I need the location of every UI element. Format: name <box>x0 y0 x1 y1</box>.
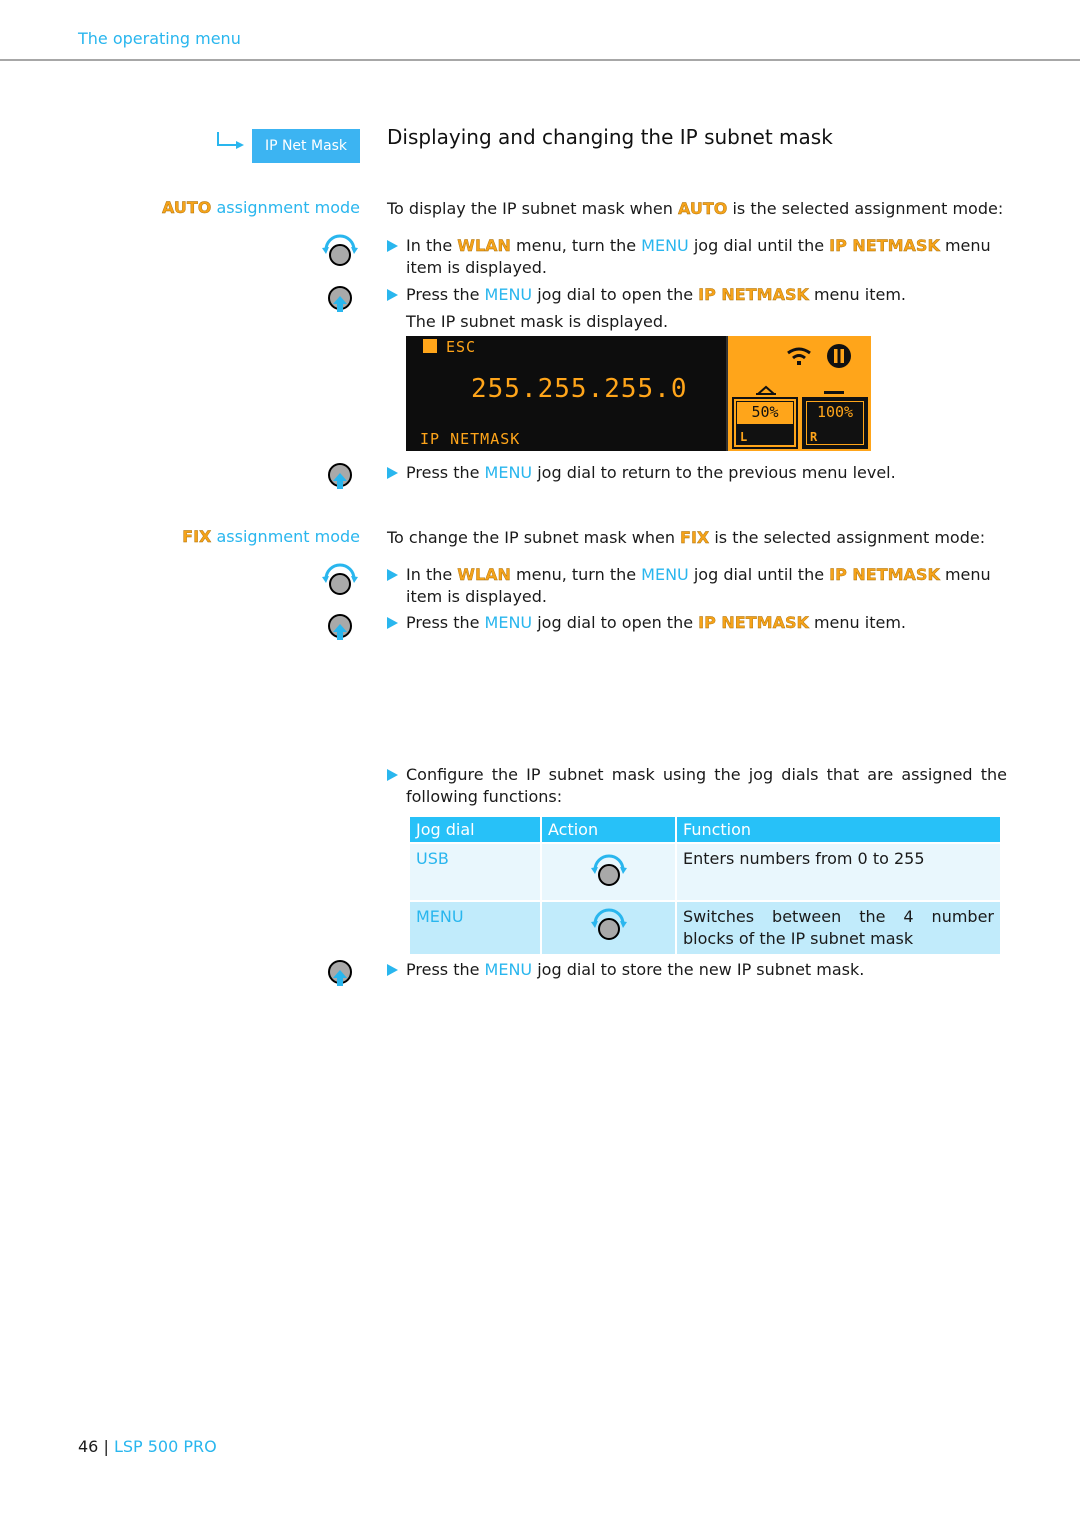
header-function: Function <box>677 817 1000 842</box>
esc-indicator <box>423 339 437 353</box>
action-cell <box>542 900 675 954</box>
bullet-icon <box>387 289 398 301</box>
bullet-icon <box>387 240 398 252</box>
header-divider <box>0 59 1080 61</box>
jog-dial-name: MENU <box>410 900 540 954</box>
header-jog-dial: Jog dial <box>410 817 540 842</box>
auto-intro: To display the IP subnet mask when AUTO … <box>387 199 1004 218</box>
auto-step-return: Press the MENU jog dial to return to the… <box>387 462 1007 484</box>
fix-step-configure: Configure the IP subnet mask using the j… <box>387 764 1007 808</box>
bullet-icon <box>387 467 398 479</box>
page-footer: 46 | LSP 500 PRO <box>78 1437 217 1456</box>
footer-separator: | <box>103 1437 109 1456</box>
press-dial-icon <box>328 286 352 312</box>
fix-step-store: Press the MENU jog dial to store the new… <box>387 959 1007 981</box>
pause-icon <box>827 344 851 368</box>
rotate-dial-icon <box>590 908 627 940</box>
mute-indicator-icon <box>824 391 844 394</box>
device-display: ESC 255.255.255.0 IP NETMASK 50% L 100% … <box>406 336 871 451</box>
fix-intro: To change the IP subnet mask when FIX is… <box>387 528 986 547</box>
bullet-icon <box>387 569 398 581</box>
page-number: 46 <box>78 1437 99 1456</box>
table-row: MENU Switches between the 4 number block… <box>410 900 1000 954</box>
menu-path-chip: IP Net Mask <box>252 129 360 163</box>
bullet-icon <box>387 769 398 781</box>
table-row: USB Enters numbers from 0 to 255 <box>410 842 1000 900</box>
display-main-area: ESC 255.255.255.0 IP NETMASK <box>406 336 726 451</box>
fix-step-turn-dial: In the WLAN menu, turn the MENU jog dial… <box>387 564 1007 608</box>
arrow-right-icon <box>217 132 244 149</box>
bullet-icon <box>387 617 398 629</box>
running-header: The operating menu <box>78 29 241 48</box>
press-dial-icon <box>328 463 352 489</box>
auto-result: The IP subnet mask is displayed. <box>406 312 669 331</box>
level-up-indicator-icon <box>756 385 776 395</box>
auto-step-press-dial: Press the MENU jog dial to open the IP N… <box>387 284 1007 306</box>
fix-mode-label: FIX assignment mode <box>182 527 360 546</box>
press-dial-icon <box>328 614 352 640</box>
auto-step-turn-dial: In the WLAN menu, turn the MENU jog dial… <box>387 235 1007 279</box>
channel-right-level: 100% R <box>802 397 868 449</box>
subnet-mask-value: 255.255.255.0 <box>471 374 688 404</box>
bullet-icon <box>387 964 398 976</box>
press-dial-icon <box>328 960 352 986</box>
rotate-dial-icon <box>322 234 358 266</box>
product-name: LSP 500 PRO <box>113 1437 217 1456</box>
function-description: Switches between the 4 number blocks of … <box>677 900 1000 954</box>
display-status-area: 50% L 100% R <box>726 336 871 451</box>
menu-item-name: IP NETMASK <box>420 430 521 448</box>
table-header-row: Jog dial Action Function <box>410 817 1000 842</box>
section-title: Displaying and changing the IP subnet ma… <box>387 125 833 149</box>
action-cell <box>542 842 675 900</box>
esc-label: ESC <box>446 338 477 356</box>
auto-mode-label: AUTO assignment mode <box>161 198 360 217</box>
fix-step-press-dial: Press the MENU jog dial to open the IP N… <box>387 612 1007 634</box>
function-description: Enters numbers from 0 to 255 <box>677 842 1000 900</box>
wifi-icon <box>787 347 811 365</box>
jog-dial-name: USB <box>410 842 540 900</box>
channel-left-level: 50% L <box>732 397 798 449</box>
rotate-dial-icon <box>590 854 627 886</box>
jog-dial-table: Jog dial Action Function USB Enters numb… <box>408 817 1002 954</box>
rotate-dial-icon <box>322 563 358 595</box>
header-action: Action <box>542 817 675 842</box>
